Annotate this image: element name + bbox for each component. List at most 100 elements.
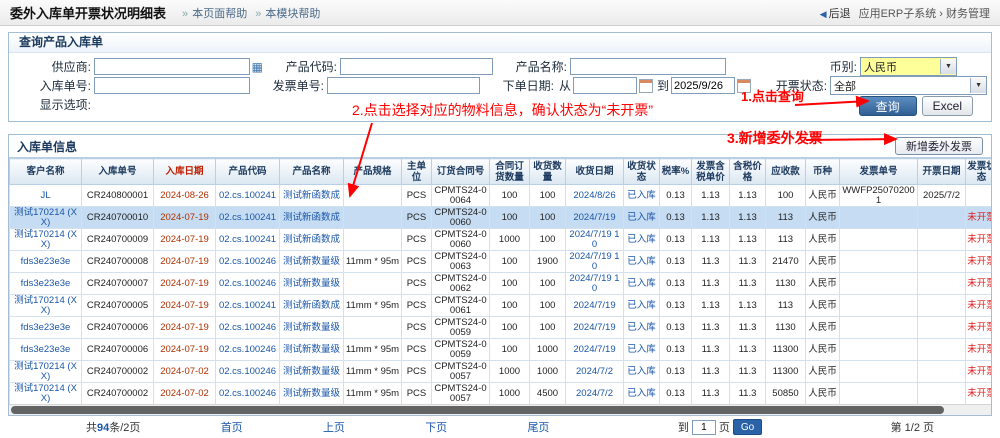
breadcrumb-module[interactable]: 财务管理 [946,8,990,20]
breadcrumb-system[interactable]: 应用ERP子系统 [859,8,937,20]
query-row-1: 供应商: ▦ 产品代码: 产品名称: 币别: 人民币 ▼ [17,57,983,76]
cell-invoice-unit-price: 1.13 [692,207,730,229]
cell-inbound-date: 2024-07-19 [154,317,216,339]
cell-inbound-date: 2024-07-19 [154,229,216,251]
cell-contract-qty: 100 [490,273,530,295]
calendar-icon[interactable] [639,79,653,93]
cell-spec [344,229,402,251]
cell-customer: 测试170214 (XX) [10,383,82,405]
date-from-input[interactable] [573,77,637,94]
record-count: 共94条/2页 [86,419,140,435]
table-row[interactable]: 测试170214 (XX)CR2407000092024-07-1902.cs.… [10,229,992,251]
table-row[interactable]: fds3e23e3eCR2407000062024-07-1902.cs.100… [10,317,992,339]
cell-spec [344,317,402,339]
scrollbar-thumb[interactable] [11,406,944,414]
cell-receive-date: 2024/7/19 10 [566,273,624,295]
excel-button[interactable]: Excel [922,96,973,116]
cell-product-name: 测试新数量级 [280,339,344,361]
cell-inbound-no: CR240700007 [82,273,154,295]
table-row[interactable]: fds3e23e3eCR2407000072024-07-1902.cs.100… [10,273,992,295]
supplier-lookup-icon[interactable]: ▦ [252,61,263,73]
date-to-input[interactable] [671,77,735,94]
invoice-no-input[interactable] [327,77,480,94]
table-row[interactable]: JLCR2408000012024-08-2602.cs.100241测试新函数… [10,185,992,207]
query-panel-title: 查询产品入库单 [9,33,991,53]
cell-invoice-date [918,317,966,339]
cell-receive-status: 已入库 [624,383,660,405]
query-button[interactable]: 查询 [859,96,917,116]
page-info: 第 1/2 页 [891,419,934,435]
cell-customer: fds3e23e3e [10,273,82,295]
invoice-status-select[interactable]: 全部 ▼ [830,76,987,95]
back-arrow-icon: ◀ [820,9,827,19]
first-page-link[interactable]: 首页 [221,419,243,435]
currency-select[interactable]: 人民币 ▼ [860,57,957,76]
last-page-link[interactable]: 尾页 [527,419,549,435]
cell-product-code: 02.cs.100241 [216,229,280,251]
cell-product-code: 02.cs.100246 [216,383,280,405]
cell-receivable: 113 [766,229,806,251]
cell-unit: PCS [402,295,432,317]
cell-tax-rate: 0.13 [660,383,692,405]
cell-tax-rate: 0.13 [660,295,692,317]
table-row[interactable]: 测试170214 (XX)CR2407000102024-07-1902.cs.… [10,207,992,229]
back-link[interactable]: ◀后退 [820,5,851,21]
product-name-input[interactable] [570,58,726,75]
inbound-no-input[interactable] [94,77,250,94]
cell-receive-status: 已入库 [624,207,660,229]
go-button[interactable]: Go [733,419,762,435]
add-outsourcing-invoice-button[interactable]: 新增委外发票 [895,137,983,155]
supplier-input[interactable] [94,58,250,75]
horizontal-scrollbar[interactable] [9,404,991,415]
table-row[interactable]: 测试170214 (XX)CR2407000022024-07-0202.cs.… [10,383,992,405]
cell-received-qty: 100 [530,207,566,229]
cell-unit: PCS [402,383,432,405]
module-help-link[interactable]: » 本模块帮助 [255,5,320,21]
cell-invoice-unit-price: 1.13 [692,229,730,251]
cell-receive-date: 2024/7/19 10 [566,251,624,273]
cell-customer: 测试170214 (XX) [10,229,82,251]
cell-receivable: 21470 [766,251,806,273]
table-wrapper: 客户名称入库单号入库日期产品代码产品名称产品规格主单位订货合同号合同订货数量收货… [9,157,991,404]
product-code-input[interactable] [340,58,493,75]
inbound-no-label: 入库单号: [17,77,94,94]
prev-page-link[interactable]: 上页 [323,419,345,435]
double-chevron-icon: » [182,8,188,20]
cell-inbound-date: 2024-07-19 [154,207,216,229]
cell-customer: fds3e23e3e [10,251,82,273]
cell-tax-rate: 0.13 [660,229,692,251]
col-header-product-code: 产品代码 [216,159,280,185]
cell-spec [344,273,402,295]
col-header-received-qty: 收货数量 [530,159,566,185]
cell-product-code: 02.cs.100246 [216,317,280,339]
cell-unit: PCS [402,339,432,361]
table-row[interactable]: 测试170214 (XX)CR2407000022024-07-0202.cs.… [10,361,992,383]
col-header-receive-status: 收货状态 [624,159,660,185]
cell-invoice-date: 2025/7/2 [918,185,966,207]
col-header-unit: 主单位 [402,159,432,185]
cell-currency: 人民币 [806,207,840,229]
cell-inbound-date: 2024-07-19 [154,295,216,317]
cell-invoice-unit-price: 1.13 [692,185,730,207]
table-row[interactable]: fds3e23e3eCR2407000082024-07-1902.cs.100… [10,251,992,273]
cell-spec: 11mm * 95m [344,339,402,361]
annotation-step3: 3.新增委外发票 [727,128,823,148]
cell-invoice-date [918,383,966,405]
cell-tax-price: 11.3 [730,251,766,273]
cell-receive-status: 已入库 [624,251,660,273]
next-page-link[interactable]: 下页 [425,419,447,435]
cell-contract-qty: 1000 [490,383,530,405]
section-header: 入库单信息 新增委外发票 [9,135,991,157]
table-row[interactable]: fds3e23e3eCR2407000062024-07-1902.cs.100… [10,339,992,361]
cell-product-name: 测试新数量级 [280,251,344,273]
cell-invoice-unit-price: 11.3 [692,383,730,405]
section-title: 入库单信息 [17,138,77,155]
cell-invoice-no [840,273,918,295]
cell-contract-qty: 1000 [490,361,530,383]
cell-tax-price: 1.13 [730,207,766,229]
page-help-link[interactable]: » 本页面帮助 [182,5,247,21]
cell-spec: 11mm * 95m [344,361,402,383]
table-row[interactable]: 测试170214 (XX)CR2407000052024-07-1902.cs.… [10,295,992,317]
goto-prefix: 到 [678,419,689,435]
page-number-input[interactable] [692,420,716,435]
